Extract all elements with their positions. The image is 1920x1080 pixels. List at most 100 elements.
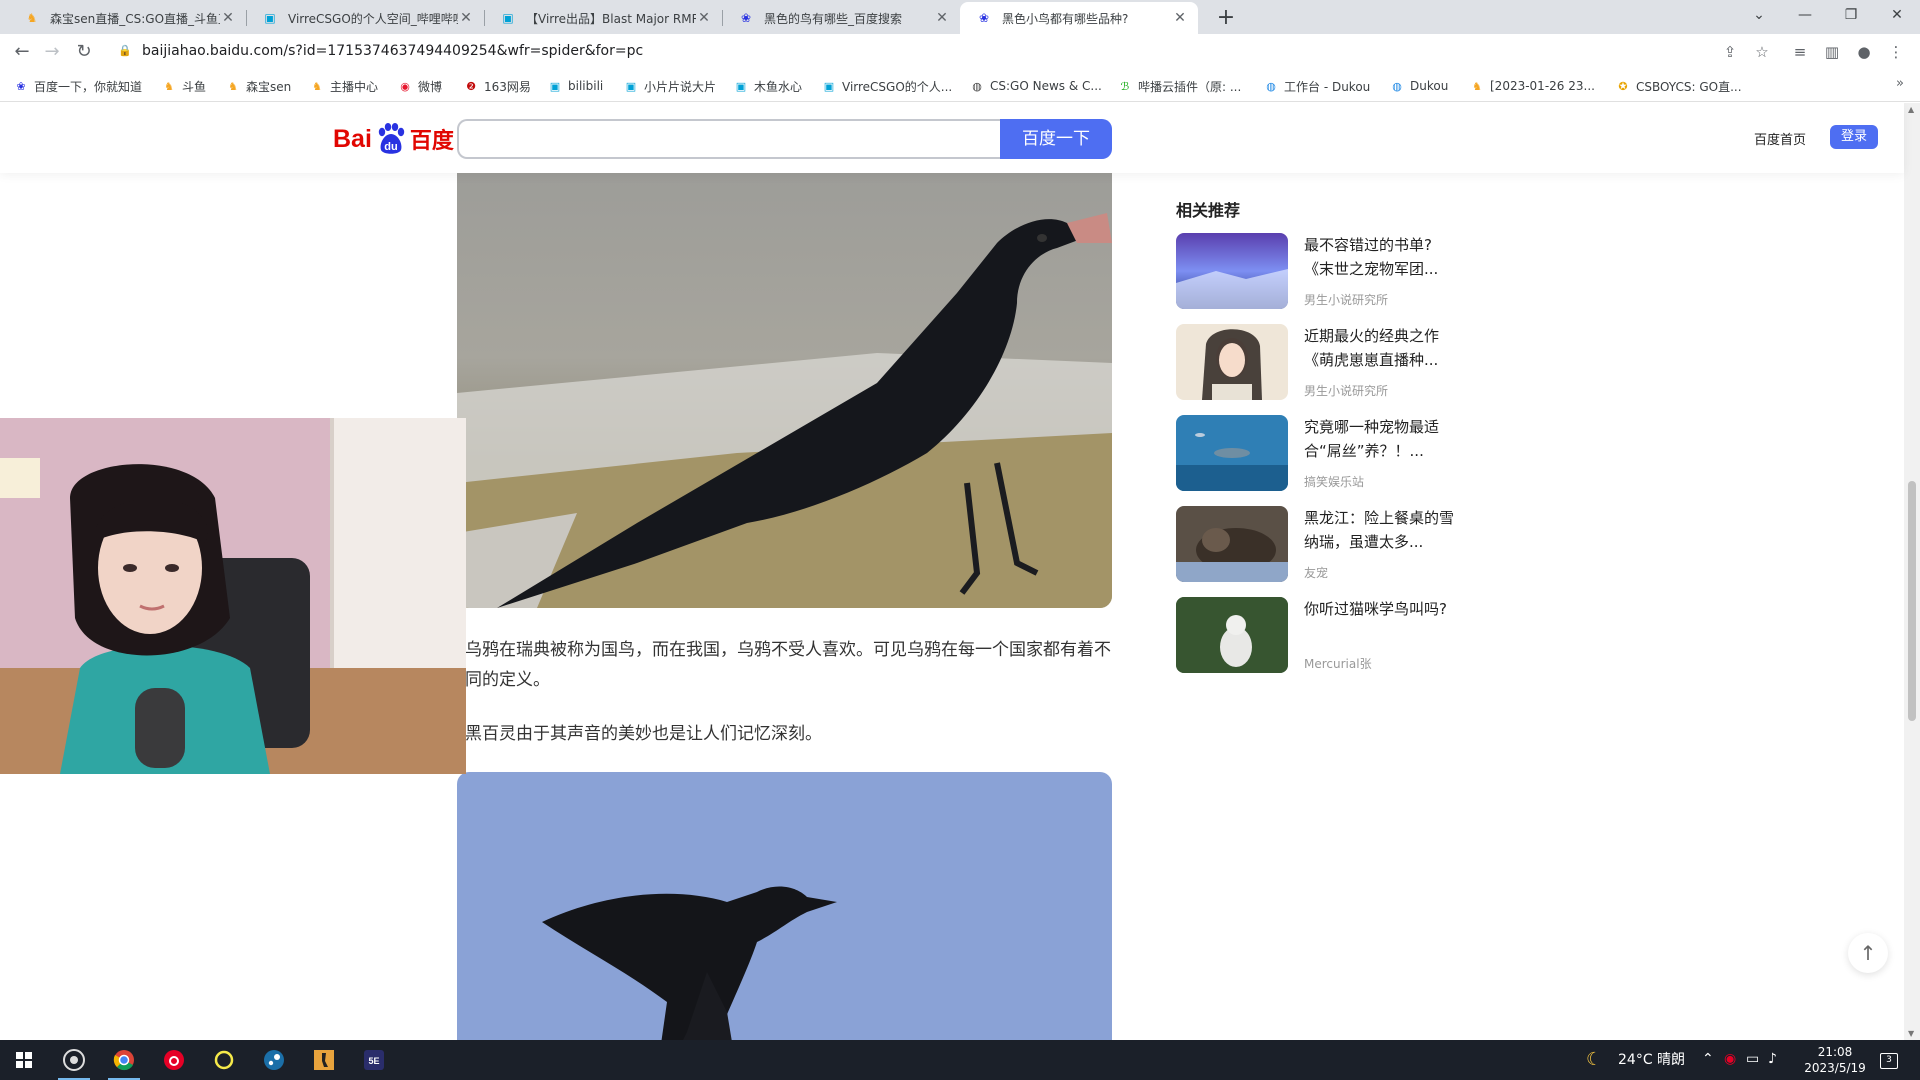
windows-start-icon[interactable] xyxy=(0,1040,48,1080)
close-icon[interactable]: ✕ xyxy=(696,10,712,26)
tab-douyu-stream[interactable]: ♞ 森宝sen直播_CS:GO直播_斗鱼直 ✕ xyxy=(8,2,246,34)
recommendation-item[interactable]: 近期最火的经典之作《萌虎崽崽直播种... 男生小说研究所 xyxy=(1176,324,1456,400)
scroll-up-icon[interactable]: ▲ xyxy=(1908,105,1914,114)
chrome-icon[interactable] xyxy=(100,1040,148,1080)
bookmark-item[interactable]: ♞ [2023-01-26 23... xyxy=(1470,76,1595,96)
recommendation-item[interactable]: 最不容错过的书单?《末世之宠物军团... 男生小说研究所 xyxy=(1176,233,1456,309)
douyu-icon: ♞ xyxy=(312,79,322,93)
network-icon[interactable]: ▭ xyxy=(1746,1051,1759,1067)
baidu-header: Bai du 百度 百度一下 百度首页 登录 xyxy=(0,103,1904,173)
bookmark-star-icon[interactable]: ☆ xyxy=(1750,40,1774,64)
weather-text[interactable]: 24°C 晴朗 xyxy=(1618,1040,1685,1080)
weather-moon-icon[interactable]: ☾ xyxy=(1586,1049,1602,1070)
recommendation-source: 友宠 xyxy=(1304,566,1329,580)
recommendation-item[interactable]: 黑龙江：险上餐桌的雪纳瑞，虽遭太多... 友宠 xyxy=(1176,506,1456,582)
bookmark-item[interactable]: ▣ 木鱼水心 xyxy=(734,76,802,96)
reload-icon[interactable]: ↻ xyxy=(72,40,96,64)
new-tab-button[interactable]: + xyxy=(1212,4,1240,32)
page-scrollbar[interactable]: ▲ ▼ xyxy=(1904,103,1920,1040)
bookmark-label: Dukou xyxy=(1410,79,1449,93)
bookmark-item[interactable]: ▣ bilibili xyxy=(548,76,603,96)
chevron-right-icon[interactable]: » xyxy=(1896,76,1904,91)
csgo-icon[interactable] xyxy=(300,1040,348,1080)
bookmark-item[interactable]: ℬ 哔播云插件（原: ... xyxy=(1118,76,1242,96)
recommendation-title: 近期最火的经典之作《萌虎崽崽直播种... xyxy=(1304,327,1440,369)
netease-tray-icon[interactable]: ◉ xyxy=(1724,1051,1736,1067)
search-input[interactable] xyxy=(457,119,1001,159)
restore-icon[interactable]: ❐ xyxy=(1828,0,1874,30)
forward-icon[interactable]: → xyxy=(40,40,64,64)
scroll-down-icon[interactable]: ▼ xyxy=(1908,1029,1914,1038)
notification-center-icon[interactable]: 3 xyxy=(1880,1050,1898,1069)
svg-text:du: du xyxy=(384,141,397,153)
scrollbar-thumb[interactable] xyxy=(1908,481,1916,721)
bookmark-label: VirreCSGO的个人... xyxy=(842,79,953,94)
5e-platform-icon[interactable]: 5E xyxy=(350,1040,398,1080)
share-icon[interactable]: ⇪ xyxy=(1718,40,1742,64)
tab-baijiahao-article[interactable]: ❀ 黑色小鸟都有哪些品种? ✕ xyxy=(960,2,1198,34)
back-to-top-icon[interactable]: ↑ xyxy=(1848,933,1888,973)
bilibili-icon: ▣ xyxy=(264,11,276,25)
flying-crow-photo xyxy=(457,772,1112,1040)
obs-icon[interactable] xyxy=(50,1040,98,1080)
bookmark-label: [2023-01-26 23... xyxy=(1490,79,1595,93)
globe-icon: ◍ xyxy=(1392,79,1402,93)
close-icon[interactable]: ✕ xyxy=(1172,10,1188,26)
bookmark-item[interactable]: ❷ 163网易 xyxy=(464,76,531,96)
address-bar[interactable]: 🔒 baijiahao.baidu.com/s?id=1715374637494… xyxy=(104,38,1804,66)
bookmark-item[interactable]: ♞ 主播中心 xyxy=(310,76,378,96)
douyu-icon: ♞ xyxy=(26,11,38,25)
menu-icon[interactable]: ⋮ xyxy=(1884,40,1908,64)
badge-icon: ✪ xyxy=(1618,79,1628,93)
bookmark-label: CSBOYCS: GO直... xyxy=(1636,79,1742,94)
login-button[interactable]: 登录 xyxy=(1830,125,1878,149)
osu-icon[interactable] xyxy=(200,1040,248,1080)
close-icon[interactable]: ✕ xyxy=(458,10,474,26)
tab-baidu-search[interactable]: ❀ 黑色的鸟有哪些_百度搜索 ✕ xyxy=(722,2,960,34)
search-button[interactable]: 百度一下 xyxy=(1000,119,1112,159)
recommendation-title: 你听过猫咪学鸟叫吗? xyxy=(1304,600,1447,618)
url-text: baijiahao.baidu.com/s?id=171537463749440… xyxy=(142,43,644,59)
side-panel-icon[interactable]: ▥ xyxy=(1820,40,1844,64)
window-close-icon[interactable]: ✕ xyxy=(1874,0,1920,30)
tab-search-icon[interactable]: ⌄ xyxy=(1736,0,1782,30)
tab-bilibili-video[interactable]: ▣ 【Virre出品】Blast Major RMR ✕ xyxy=(484,2,722,34)
close-icon[interactable]: ✕ xyxy=(934,10,950,26)
bookmark-item[interactable]: ▣ 小片片说大片 xyxy=(624,76,716,96)
recommendation-item[interactable]: 究竟哪一种宠物最适合“屌丝”养？！... 搞笑娱乐站 xyxy=(1176,415,1456,491)
recommendation-item[interactable]: 你听过猫咪学鸟叫吗? Mercurial张 xyxy=(1176,597,1456,673)
close-icon[interactable]: ✕ xyxy=(220,10,236,26)
logo-text-cn: 百度 xyxy=(409,129,454,154)
minimize-icon[interactable]: — xyxy=(1782,0,1828,30)
article-paragraph: 乌鸦在瑞典被称为国鸟，而在我国，乌鸦不受人喜欢。可见乌鸦在每一个国家都有着不同的… xyxy=(465,640,1111,690)
profile-icon[interactable]: ● xyxy=(1852,40,1876,64)
bookmark-item[interactable]: ♞ 森宝sen xyxy=(226,76,291,96)
bookmark-item[interactable]: ◍ 工作台 - Dukou xyxy=(1264,76,1370,96)
bookmark-item[interactable]: ◍ CS:GO News & C... xyxy=(970,76,1102,96)
steam-icon[interactable] xyxy=(250,1040,298,1080)
bookmark-label: 哔播云插件（原: ... xyxy=(1138,79,1242,94)
netease-music-icon[interactable] xyxy=(150,1040,198,1080)
taskbar-clock[interactable]: 21:08 2023/5/19 xyxy=(1800,1044,1870,1076)
bookmark-label: 斗鱼 xyxy=(182,79,207,94)
bilibili-icon: ▣ xyxy=(549,79,561,93)
volume-icon[interactable]: ♪ xyxy=(1768,1051,1777,1067)
bookmark-item[interactable]: ✪ CSBOYCS: GO直... xyxy=(1616,76,1742,96)
logo-text-latin: Bai xyxy=(333,124,372,153)
recommendation-source: Mercurial张 xyxy=(1304,657,1372,671)
tab-bilibili-space[interactable]: ▣ VirreCSGO的个人空间_哔哩哔哩 ✕ xyxy=(246,2,484,34)
tab-title: 黑色小鸟都有哪些品种? xyxy=(1002,11,1129,26)
bookmark-item[interactable]: ♞ 斗鱼 xyxy=(162,76,206,96)
media-control-icon[interactable]: ≡ xyxy=(1788,40,1812,64)
notification-count: 3 xyxy=(1880,1053,1898,1069)
recommendation-thumbnail xyxy=(1176,415,1288,491)
bookmark-item[interactable]: ◉ 微博 xyxy=(398,76,442,96)
baidu-home-link[interactable]: 百度首页 xyxy=(1754,129,1806,148)
baidu-logo[interactable]: Bai du 百度 xyxy=(333,119,454,159)
bookmark-item[interactable]: ◍ Dukou xyxy=(1390,76,1448,96)
paw-icon: du xyxy=(378,123,405,154)
show-hidden-icons-icon[interactable]: ⌃ xyxy=(1702,1051,1714,1067)
back-icon[interactable]: ← xyxy=(10,40,34,64)
bookmark-item[interactable]: ▣ VirreCSGO的个人... xyxy=(822,76,952,96)
bookmark-item[interactable]: ❀ 百度一下，你就知道 xyxy=(14,76,142,96)
